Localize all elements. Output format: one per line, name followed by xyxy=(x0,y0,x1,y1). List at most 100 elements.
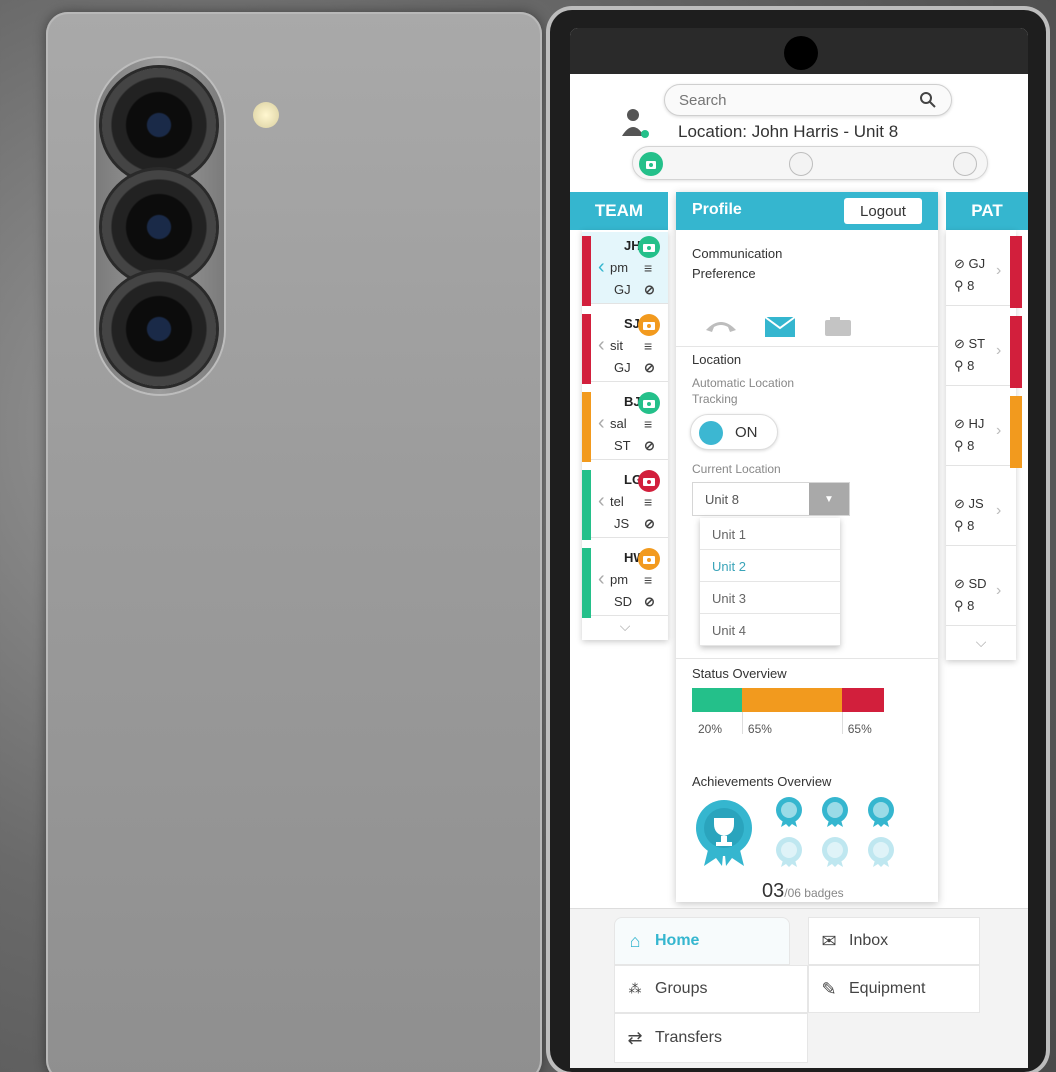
earned-badge-icon[interactable] xyxy=(820,796,850,828)
patient-initials: SD xyxy=(968,576,987,591)
member-role: sit xyxy=(610,338,623,353)
chevron-right-icon[interactable]: › xyxy=(996,502,1001,520)
camera-module xyxy=(96,58,224,394)
patient-unit-line: ⚲ 8 xyxy=(954,278,974,294)
status-indicator xyxy=(582,470,591,540)
search-input[interactable] xyxy=(679,91,919,109)
menu-icon[interactable]: ≡ xyxy=(644,572,652,588)
camera-status-icon[interactable] xyxy=(638,392,660,414)
chevron-right-icon[interactable]: › xyxy=(996,422,1001,440)
member-role: pm xyxy=(610,260,629,275)
mode-selector[interactable] xyxy=(632,146,988,180)
team-member-item[interactable]: ‹ LG tel ≡ JS ⊘ xyxy=(582,466,668,540)
pager-icon[interactable] xyxy=(824,316,854,336)
locked-badge-icon[interactable] xyxy=(866,836,896,868)
patient-header: PAT xyxy=(946,192,1028,230)
patient-item[interactable]: ⊘ JS ⚲ 8 › xyxy=(946,474,1016,546)
menu-icon[interactable]: ≡ xyxy=(644,494,652,510)
locked-badge-icon[interactable] xyxy=(820,836,850,868)
mail-icon[interactable] xyxy=(764,316,796,338)
nav-home-label: Home xyxy=(655,932,700,949)
patient-item[interactable]: ⊘ GJ ⚲ 8 › xyxy=(946,234,1022,308)
camera-status-icon[interactable] xyxy=(638,314,660,336)
camera-lens-icon xyxy=(102,170,216,284)
patient-line: ⊘ GJ xyxy=(954,256,985,272)
member-patient: SD xyxy=(614,594,633,609)
scroll-down-icon[interactable]: ⌵ xyxy=(946,634,1016,656)
location-option[interactable]: Unit 1 xyxy=(700,518,840,550)
location-select[interactable]: Unit 8 ▼ xyxy=(692,482,850,516)
location-tracking-toggle[interactable]: ON xyxy=(690,414,778,450)
patient-status-icon: ⊘ xyxy=(954,496,969,511)
earned-badge-icon[interactable] xyxy=(866,796,896,828)
profile-title: Profile xyxy=(692,201,742,218)
patient-item[interactable]: ⊘ ST ⚲ 8 › xyxy=(946,314,1022,388)
search-bar[interactable] xyxy=(664,84,952,116)
chevron-left-icon[interactable]: ‹ xyxy=(598,256,605,279)
patient-line: ⊘ HJ xyxy=(954,416,984,432)
nav-inbox[interactable]: ✉ Inbox xyxy=(808,917,980,965)
patient-unit-line: ⚲ 8 xyxy=(954,358,974,374)
nav-groups[interactable]: ⁂ Groups xyxy=(614,965,808,1013)
team-member-item[interactable]: ‹ BJ sal ≡ ST ⊘ xyxy=(582,388,668,462)
chevron-left-icon[interactable]: ‹ xyxy=(598,568,605,591)
status-indicator xyxy=(582,548,591,618)
patient-status-icon: ⊘ xyxy=(644,516,655,531)
chevron-right-icon[interactable]: › xyxy=(996,582,1001,600)
patient-initials: ST xyxy=(968,336,986,351)
auto-tracking-label-2: Tracking xyxy=(692,392,738,406)
chevron-left-icon[interactable]: ‹ xyxy=(598,334,605,357)
patient-item[interactable]: ⊘ HJ ⚲ 8 › xyxy=(946,394,1022,468)
nav-transfers[interactable]: ⇄ Transfers xyxy=(614,1013,808,1063)
team-member-item[interactable]: ‹ SJ sit ≡ GJ ⊘ xyxy=(582,310,668,384)
toggle-state: ON xyxy=(735,424,758,441)
chevron-right-icon[interactable]: › xyxy=(996,262,1001,280)
nav-equipment[interactable]: ✎ Equipment xyxy=(808,965,980,1013)
chevron-right-icon[interactable]: › xyxy=(996,342,1001,360)
menu-icon[interactable]: ≡ xyxy=(644,338,652,354)
chevron-left-icon[interactable]: ‹ xyxy=(598,490,605,513)
logout-button[interactable]: Logout xyxy=(844,198,922,224)
patient-unit: 8 xyxy=(967,518,975,533)
member-patient: GJ xyxy=(614,282,631,297)
select-value: Unit 8 xyxy=(705,492,739,507)
nav-home[interactable]: ⌂ Home xyxy=(614,917,790,965)
camera-status-icon[interactable] xyxy=(638,470,660,492)
nav-inbox-label: Inbox xyxy=(849,932,889,949)
groups-icon: ⁂ xyxy=(628,981,642,996)
patient-status-icon: ⊘ xyxy=(954,576,969,591)
team-member-item[interactable]: ‹ HW pm ≡ SD ⊘ xyxy=(582,544,668,618)
patient-unit-line: ⚲ 8 xyxy=(954,598,974,614)
earned-badge-icon[interactable] xyxy=(774,796,804,828)
menu-icon[interactable]: ≡ xyxy=(644,260,652,276)
member-patient: JS xyxy=(614,516,630,531)
status-indicator xyxy=(582,392,591,462)
phone-icon[interactable] xyxy=(704,316,738,334)
app-screen: Location: John Harris - Unit 8 TEAM ‹JHp… xyxy=(570,28,1028,1068)
locked-badge-icon[interactable] xyxy=(774,836,804,868)
camera-status-icon[interactable] xyxy=(638,236,660,258)
patient-item[interactable]: ⊘ SD ⚲ 8 › xyxy=(946,554,1016,626)
patient-status-icon: ⊘ xyxy=(954,256,969,271)
camera-mode-icon[interactable] xyxy=(639,152,663,176)
chevron-left-icon[interactable]: ‹ xyxy=(598,412,605,435)
phone-back xyxy=(46,12,542,1072)
location-option[interactable]: Unit 4 xyxy=(700,614,840,646)
trophy-badge-icon[interactable] xyxy=(692,798,756,868)
front-camera-icon xyxy=(784,36,818,70)
chevron-down-icon[interactable]: ▼ xyxy=(809,483,849,515)
status-indicator xyxy=(1010,316,1022,388)
scroll-down-icon[interactable]: ⌵ xyxy=(582,618,668,640)
member-patient: ST xyxy=(614,438,631,453)
mode-dot-3[interactable] xyxy=(953,152,977,176)
location-option[interactable]: Unit 2 xyxy=(700,550,840,582)
menu-icon[interactable]: ≡ xyxy=(644,416,652,432)
mode-dot-2[interactable] xyxy=(789,152,813,176)
camera-status-icon[interactable] xyxy=(638,548,660,570)
search-icon[interactable] xyxy=(919,91,937,109)
location-option[interactable]: Unit 3 xyxy=(700,582,840,614)
team-member-item[interactable]: ‹ JH pm ≡ GJ ⊘ xyxy=(582,232,668,306)
user-avatar-icon[interactable] xyxy=(620,106,650,140)
patient-status-icon: ⊘ xyxy=(644,282,655,297)
flash-icon xyxy=(253,102,279,128)
